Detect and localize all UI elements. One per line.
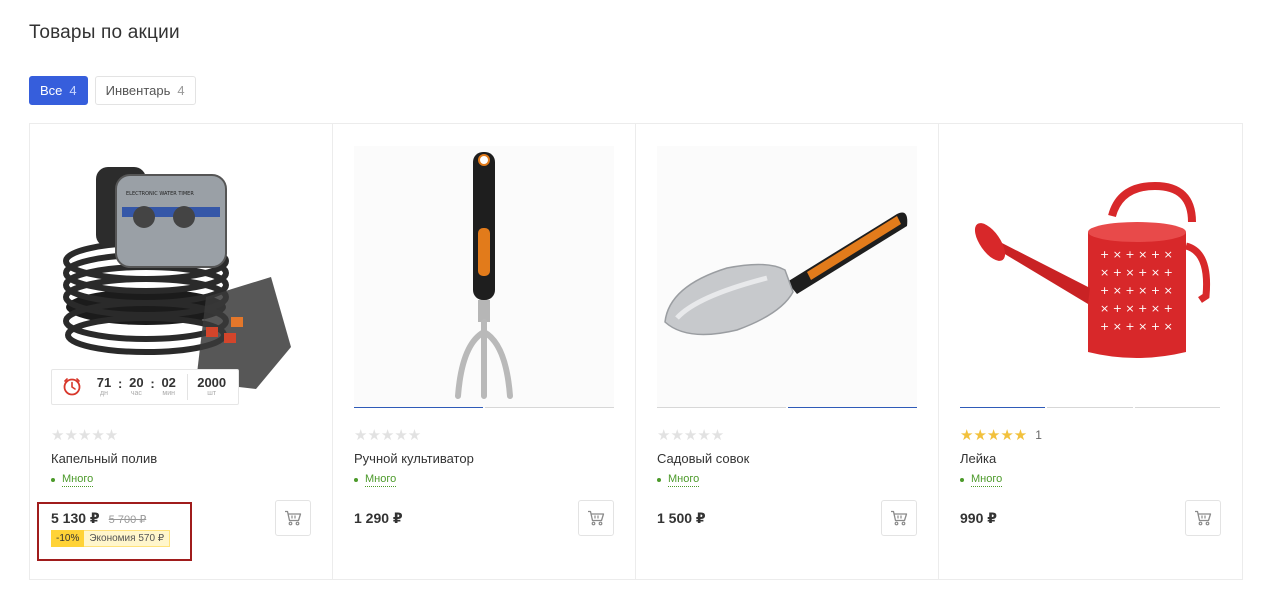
tab-inventory[interactable]: Инвентарь 4 xyxy=(94,76,196,105)
product-name[interactable]: Лейка xyxy=(960,451,996,466)
tab-count: 4 xyxy=(69,83,77,98)
timer-value: 71 xyxy=(96,375,112,390)
svg-text:+ × + × + ×: + × + × + × xyxy=(1100,248,1173,261)
image-slider-indicator xyxy=(657,407,917,409)
rating-count: 1 xyxy=(1035,428,1042,442)
current-price: 1 290 ₽ xyxy=(354,510,403,526)
timer-value: 2000 xyxy=(197,375,227,390)
slider-bar[interactable] xyxy=(1134,407,1220,408)
stock-status: Много xyxy=(51,473,94,487)
stock-dot-icon xyxy=(657,478,661,482)
product-name[interactable]: Капельный полив xyxy=(51,451,157,466)
svg-text:× + × + × +: × + × + × + xyxy=(1100,302,1173,315)
product-image[interactable]: + × + × + × × + × + × + + × + × + × × + … xyxy=(960,146,1220,408)
clock-icon xyxy=(63,378,81,396)
stock-status: Много xyxy=(657,473,700,487)
stock-dot-icon xyxy=(51,478,55,482)
hand-cultivator-icon xyxy=(354,146,614,408)
product-card: + × + × + × × + × + × + + × + × + × × + … xyxy=(939,124,1242,579)
timer-divider xyxy=(186,374,188,400)
cart-icon xyxy=(588,510,605,526)
svg-text:+ × + × + ×: + × + × + × xyxy=(1100,284,1173,297)
stock-label[interactable]: Много xyxy=(971,473,1003,487)
current-price: 990 ₽ xyxy=(960,510,997,526)
slider-bar[interactable] xyxy=(788,407,917,408)
add-to-cart-button[interactable] xyxy=(275,500,311,536)
slider-bar[interactable] xyxy=(657,407,786,408)
section-title: Товары по акции xyxy=(29,22,180,43)
product-card: ★★★★★ Ручной культиватор Много 1 290 ₽ xyxy=(333,124,636,579)
rating-stars: ★★★★★ 1 xyxy=(960,427,1042,444)
stock-label[interactable]: Много xyxy=(62,473,94,487)
stock-status: Много xyxy=(354,473,397,487)
timer-quantity: 2000 шт xyxy=(194,376,230,398)
discount-percent: -10% xyxy=(51,530,85,547)
product-image[interactable] xyxy=(657,146,917,408)
price-block: 1 290 ₽ xyxy=(354,510,403,527)
cart-icon xyxy=(1195,510,1212,526)
timer-separator: : xyxy=(118,375,123,391)
promo-timer: 71 дн : 20 час : 02 мин 2000 шт xyxy=(51,369,239,405)
timer-minutes: 02 мин xyxy=(157,376,181,398)
tab-all[interactable]: Все 4 xyxy=(29,76,88,105)
svg-text:× + × + × +: × + × + × + xyxy=(1100,266,1173,279)
old-price: 5 700 ₽ xyxy=(108,514,147,526)
timer-value: 02 xyxy=(161,375,176,390)
stock-dot-icon xyxy=(960,478,964,482)
stock-status: Много xyxy=(960,473,1003,487)
discount-badge: -10% Экономия 570 ₽ xyxy=(51,530,171,547)
timer-unit: шт xyxy=(207,390,217,397)
tab-label: Инвентарь xyxy=(105,83,171,98)
product-card: ELECTRONIC WATER TIMER 71 дн : 20 час: … xyxy=(30,124,333,579)
svg-text:ELECTRONIC WATER TIMER: ELECTRONIC WATER TIMER xyxy=(126,191,194,197)
timer-unit: дн xyxy=(100,390,108,397)
tab-count: 4 xyxy=(177,83,185,98)
svg-text:+ × + × + ×: + × + × + × xyxy=(1100,320,1173,333)
add-to-cart-button[interactable] xyxy=(578,500,614,536)
timer-value: 20 xyxy=(129,375,144,390)
garden-trowel-icon xyxy=(657,146,917,408)
price-block: 5 130 ₽ 5 700 ₽ xyxy=(51,510,146,527)
current-price: 5 130 ₽ xyxy=(51,510,100,526)
discount-savings: Экономия 570 ₽ xyxy=(84,530,171,547)
stock-label[interactable]: Много xyxy=(365,473,397,487)
image-slider-indicator xyxy=(354,407,614,409)
slider-bar[interactable] xyxy=(354,407,483,408)
filter-tabs: Все 4 Инвентарь 4 xyxy=(29,76,196,105)
stock-label[interactable]: Много xyxy=(668,473,700,487)
timer-days: 71 дн xyxy=(92,376,116,398)
timer-hours: 20 час xyxy=(124,376,148,398)
add-to-cart-button[interactable] xyxy=(1185,500,1221,536)
cart-icon xyxy=(891,510,908,526)
rating-stars: ★★★★★ xyxy=(354,427,422,444)
rating-stars: ★★★★★ xyxy=(657,427,725,444)
image-slider-indicator xyxy=(960,407,1220,409)
product-grid: ELECTRONIC WATER TIMER 71 дн : 20 час: … xyxy=(29,123,1243,580)
drip-irrigation-kit-icon: ELECTRONIC WATER TIMER xyxy=(63,167,291,389)
timer-unit: мин xyxy=(162,390,175,397)
current-price: 1 500 ₽ xyxy=(657,510,706,526)
rating-stars: ★★★★★ xyxy=(51,427,119,444)
tab-label: Все xyxy=(40,83,63,98)
timer-separator: : xyxy=(150,375,155,391)
slider-bar[interactable] xyxy=(1047,407,1133,408)
slider-bar[interactable] xyxy=(960,407,1046,408)
product-name[interactable]: Садовый совок xyxy=(657,451,749,466)
add-to-cart-button[interactable] xyxy=(881,500,917,536)
watering-can-icon: + × + × + × × + × + × + + × + × + × × + … xyxy=(974,181,1211,358)
stock-dot-icon xyxy=(354,478,358,482)
price-block: 1 500 ₽ xyxy=(657,510,706,527)
slider-bar[interactable] xyxy=(485,407,614,408)
cart-icon xyxy=(285,510,302,526)
timer-unit: час xyxy=(130,390,142,397)
product-image[interactable] xyxy=(354,146,614,408)
price-block: 990 ₽ xyxy=(960,510,997,527)
product-card: ★★★★★ Садовый совок Много 1 500 ₽ xyxy=(636,124,939,579)
product-name[interactable]: Ручной культиватор xyxy=(354,451,474,466)
